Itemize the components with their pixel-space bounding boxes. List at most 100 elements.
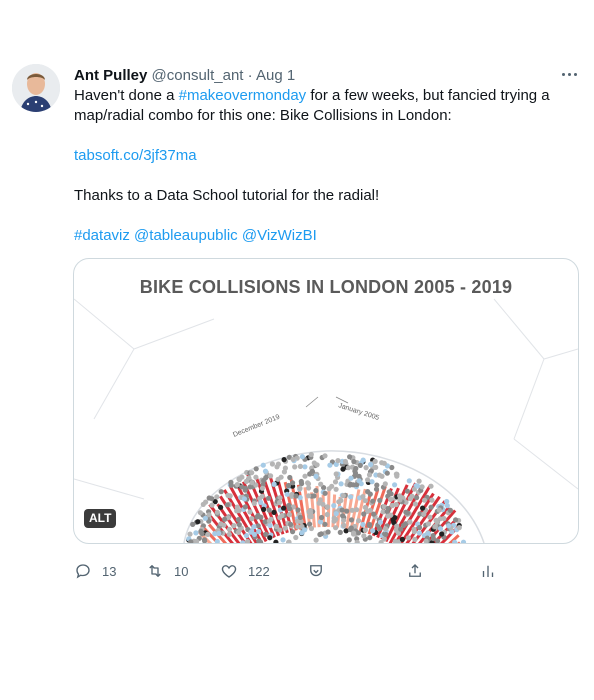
analytics-button[interactable] <box>479 562 497 580</box>
tweet-card[interactable]: Ant Pulley @consult_ant · Aug 1 Haven't … <box>0 0 594 700</box>
collision-dot <box>456 525 462 531</box>
hashtag-dataviz[interactable]: #dataviz <box>74 227 130 244</box>
share-button[interactable] <box>406 562 424 580</box>
collision-dot <box>384 470 390 476</box>
collision-dot <box>263 531 269 537</box>
collision-dot <box>243 533 250 539</box>
collision-dot <box>460 539 467 543</box>
collision-dot <box>360 521 366 528</box>
collision-dot <box>262 519 268 525</box>
like-button[interactable]: 122 <box>220 562 270 580</box>
collision-dot <box>357 462 363 468</box>
collision-dot <box>363 465 369 471</box>
retweet-button[interactable]: 10 <box>146 562 188 580</box>
collision-dot <box>261 478 267 484</box>
collision-dot <box>269 461 275 467</box>
collision-dot <box>218 504 224 510</box>
collision-dot <box>368 461 374 468</box>
collision-dot <box>268 473 274 479</box>
collision-dot <box>382 526 389 532</box>
collision-dot <box>355 530 361 536</box>
collision-dot <box>411 526 417 532</box>
collision-dot <box>293 534 299 541</box>
collision-dot <box>253 474 259 480</box>
collision-dot <box>416 530 422 536</box>
collision-dot <box>242 504 248 510</box>
label-december: December 2019 <box>232 414 281 439</box>
collision-dot <box>372 458 378 464</box>
collision-dot <box>297 485 303 491</box>
collision-dot <box>224 502 230 508</box>
tweet-tags: #dataviz @tableaupublic @VizWizBI <box>74 226 574 246</box>
collision-dot <box>218 521 224 527</box>
collision-dot <box>392 482 398 488</box>
collision-dot <box>218 489 224 495</box>
author-handle[interactable]: @consult_ant <box>152 67 244 84</box>
more-icon[interactable] <box>556 64 582 84</box>
collision-dot <box>340 493 346 499</box>
collision-dot <box>422 497 428 503</box>
collision-dot <box>383 531 389 537</box>
collision-dot <box>322 453 328 459</box>
collision-dot <box>414 495 420 501</box>
collision-dot <box>274 464 280 470</box>
collision-dot <box>255 512 261 519</box>
collision-dot <box>373 464 379 470</box>
collision-dot <box>214 494 220 500</box>
collision-dot <box>437 526 444 532</box>
collision-dot <box>338 497 344 504</box>
collision-dot <box>306 509 312 515</box>
collision-dot <box>259 485 265 491</box>
collision-dot <box>320 501 326 507</box>
collision-dot <box>367 535 373 541</box>
collision-dot <box>290 456 296 462</box>
hashtag-makeovermonday[interactable]: #makeovermonday <box>179 87 307 104</box>
collision-dot <box>353 465 359 472</box>
tweet-date[interactable]: Aug 1 <box>256 67 295 84</box>
collision-dot <box>281 505 287 511</box>
share-icon <box>409 564 421 577</box>
collision-dot <box>430 535 436 542</box>
alt-badge[interactable]: ALT <box>84 509 117 528</box>
collision-dot <box>295 524 301 530</box>
collision-dot <box>361 511 367 517</box>
tweet-header: Ant Pulley @consult_ant · Aug 1 <box>74 66 295 86</box>
collision-dot <box>354 507 360 513</box>
collision-dot <box>390 517 396 523</box>
collision-dot <box>255 523 261 529</box>
label-january: January 2005 <box>337 402 380 422</box>
mention-tableaupublic[interactable]: @tableaupublic <box>134 227 238 244</box>
tweet-actions: 13 10 122 <box>74 562 494 582</box>
like-count: 122 <box>248 563 270 579</box>
collision-dot <box>253 466 259 472</box>
collision-dot <box>205 531 211 537</box>
reply-icon <box>76 564 90 579</box>
collision-dot <box>281 457 287 463</box>
collision-dot <box>317 519 324 525</box>
react-button[interactable] <box>307 562 325 580</box>
collision-dot <box>314 462 320 468</box>
collision-dot <box>436 507 442 513</box>
avatar[interactable] <box>12 64 60 112</box>
collision-dot <box>412 536 418 542</box>
collision-dot <box>277 527 283 533</box>
collision-dot <box>262 468 269 474</box>
tweet-link[interactable]: tabsoft.co/3jf37ma <box>74 147 197 164</box>
collision-dot <box>388 512 394 518</box>
tweet-image[interactable]: December 2019 January 2005 BIKE COLLISION… <box>73 258 579 544</box>
mention-vizwizbi[interactable]: @VizWizBI <box>242 227 317 244</box>
collision-dot <box>360 457 366 463</box>
collision-dot <box>331 503 337 509</box>
collision-dot <box>335 458 341 464</box>
collision-dot <box>344 508 350 514</box>
collision-dot <box>200 501 206 507</box>
collision-dot <box>266 507 272 513</box>
author-name[interactable]: Ant Pulley <box>74 67 147 84</box>
collision-dot <box>322 521 328 527</box>
collision-dot <box>288 521 294 527</box>
reply-button[interactable]: 13 <box>74 562 116 580</box>
collision-dot <box>256 528 262 535</box>
collision-dot <box>370 498 376 504</box>
collision-dot <box>265 495 272 501</box>
collision-dot <box>271 509 277 515</box>
